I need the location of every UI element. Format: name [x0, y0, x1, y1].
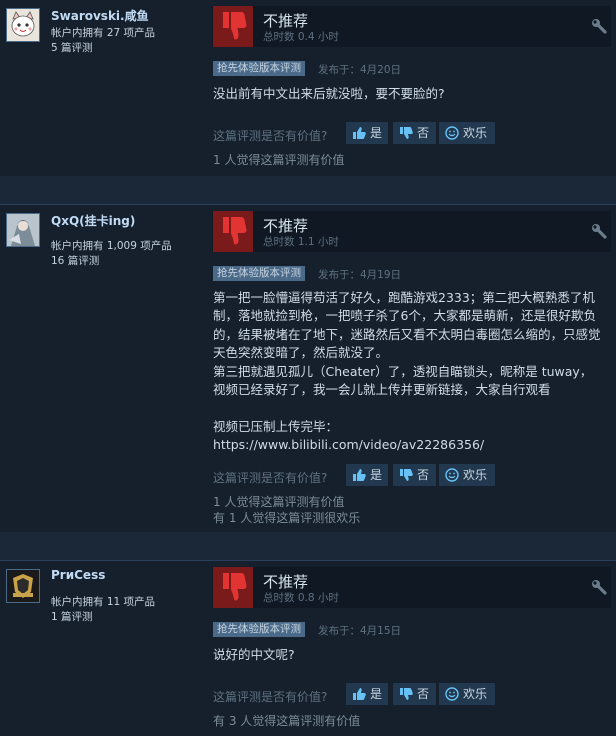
- post-date: 发布于：4月15日: [318, 625, 402, 637]
- products-owned[interactable]: 帐户内拥有 11 项产品: [51, 594, 155, 609]
- thumbs-down-small-icon: [400, 688, 413, 700]
- vote-funny-label: 欢乐: [463, 126, 488, 140]
- review-verdict: 不推荐: [263, 12, 309, 30]
- review-card: QxQ(挂卡ing) 帐户内拥有 1,009 项产品 16 篇评测 不推荐 总时…: [0, 204, 616, 532]
- wrench-icon: [591, 223, 607, 243]
- post-date: 发布于：4月19日: [318, 269, 402, 281]
- review-count[interactable]: 16 篇评测: [51, 253, 99, 268]
- early-access-badge: 抢先体验版本评测: [213, 61, 305, 76]
- products-owned[interactable]: 帐户内拥有 1,009 项产品: [51, 238, 172, 253]
- reviewer-name[interactable]: QxQ(挂卡ing): [51, 212, 135, 229]
- review-header[interactable]: 不推荐 总时数 1.1 小时: [212, 211, 611, 252]
- helpful-stats: 1 人觉得这篇评测有价值 有 1 人觉得这篇评测很欢乐: [213, 495, 361, 525]
- playtime-hours: 总时数 0.8 小时: [263, 592, 339, 604]
- wrench-icon: [591, 18, 607, 38]
- smiley-icon: [445, 468, 459, 482]
- review-text: 没出前有中文出来后就没啦，要不要脸的?: [213, 86, 445, 101]
- smiley-icon: [445, 687, 459, 701]
- team-logo-avatar-icon[interactable]: [6, 569, 40, 603]
- anime-character-avatar-icon[interactable]: [6, 213, 40, 247]
- post-date: 发布于：4月20日: [318, 64, 402, 76]
- review-header[interactable]: 不推荐 总时数 0.4 小时: [212, 6, 611, 47]
- thumbs-down-icon: [213, 6, 253, 47]
- playtime-hours: 总时数 1.1 小时: [263, 236, 339, 248]
- helpful-question: 这篇评测是否有价值?: [213, 129, 328, 143]
- vote-funny-label: 欢乐: [463, 687, 488, 701]
- vote-funny-button[interactable]: 欢乐: [439, 464, 495, 486]
- vote-no-button[interactable]: 否: [393, 683, 436, 705]
- review-card: PrиCess 帐户内拥有 11 项产品 1 篇评测 不推荐 总时数 0.8 小…: [0, 560, 616, 736]
- thumbs-down-small-icon: [400, 127, 413, 139]
- review-text: 第一把一脸懵逼得苟活了好久，跑酷游戏2333；第二把大概熟悉了机制，落地就捡到枪…: [213, 290, 601, 453]
- thumbs-up-icon: [353, 469, 366, 481]
- thumbs-down-small-icon: [400, 469, 413, 481]
- review-content: 不推荐 总时数 0.4 小时 抢先体验版本评测 发布于：4月20日 没出前有中文…: [207, 0, 616, 176]
- thumbs-down-icon: [213, 567, 253, 608]
- playtime-hours: 总时数 0.4 小时: [263, 31, 339, 43]
- early-access-badge: 抢先体验版本评测: [213, 266, 305, 281]
- vote-no-button[interactable]: 否: [393, 122, 436, 144]
- cartoon-cat-avatar-icon[interactable]: [6, 8, 40, 42]
- vote-yes-label: 是: [370, 687, 383, 701]
- vote-no-label: 否: [417, 687, 430, 701]
- helpful-question: 这篇评测是否有价值?: [213, 690, 328, 704]
- vote-no-button[interactable]: 否: [393, 464, 436, 486]
- thumbs-up-icon: [353, 127, 366, 139]
- helpful-stats: 有 3 人觉得这篇评测有价值: [213, 714, 361, 728]
- vote-no-label: 否: [417, 468, 430, 482]
- review-text: 说好的中文呢?: [213, 647, 295, 662]
- smiley-icon: [445, 126, 459, 140]
- review-header[interactable]: 不推荐 总时数 0.8 小时: [212, 567, 611, 608]
- vote-yes-label: 是: [370, 468, 383, 482]
- review-content: 不推荐 总时数 0.8 小时 抢先体验版本评测 发布于：4月15日 说好的中文呢…: [207, 561, 616, 736]
- vote-yes-button[interactable]: 是: [346, 122, 388, 144]
- early-access-badge: 抢先体验版本评测: [213, 622, 305, 637]
- review-card: Swarovski.咸鱼 帐户内拥有 27 项产品 5 篇评测 不推荐 总时数 …: [0, 0, 616, 176]
- vote-funny-button[interactable]: 欢乐: [439, 122, 495, 144]
- wrench-icon: [591, 579, 607, 599]
- review-count[interactable]: 5 篇评测: [51, 40, 93, 55]
- reviewer-name[interactable]: PrиCess: [51, 568, 105, 582]
- vote-funny-button[interactable]: 欢乐: [439, 683, 495, 705]
- helpful-stats: 1 人觉得这篇评测有价值: [213, 153, 345, 167]
- review-verdict: 不推荐: [263, 573, 309, 591]
- vote-funny-label: 欢乐: [463, 468, 488, 482]
- vote-yes-button[interactable]: 是: [346, 683, 388, 705]
- review-count[interactable]: 1 篇评测: [51, 609, 93, 624]
- thumbs-down-icon: [213, 211, 253, 252]
- helpful-question: 这篇评测是否有价值?: [213, 471, 328, 485]
- review-content: 不推荐 总时数 1.1 小时 抢先体验版本评测 发布于：4月19日 第一把一脸懵…: [207, 205, 616, 532]
- review-verdict: 不推荐: [263, 217, 309, 235]
- vote-yes-label: 是: [370, 126, 383, 140]
- vote-yes-button[interactable]: 是: [346, 464, 388, 486]
- vote-no-label: 否: [417, 126, 430, 140]
- reviewer-name[interactable]: Swarovski.咸鱼: [51, 7, 149, 24]
- products-owned[interactable]: 帐户内拥有 27 项产品: [51, 25, 155, 40]
- thumbs-up-icon: [353, 688, 366, 700]
